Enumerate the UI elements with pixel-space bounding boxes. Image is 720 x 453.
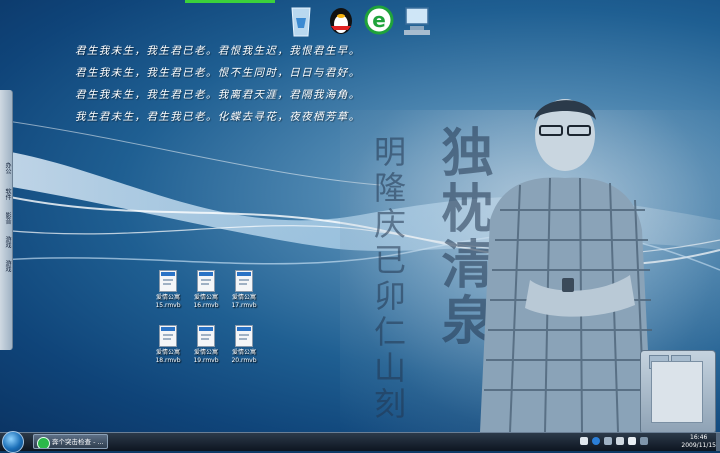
taskbar: 奔个突击检查 - ... 16:46 2009/11/15 — [0, 431, 720, 453]
rmvb-file-icon — [235, 270, 253, 292]
poem-line: 君生我未生，我生君已老。我离君天涯，君隔我海角。 — [75, 89, 361, 101]
keyboard-icon[interactable] — [580, 437, 588, 445]
rmvb-file-icon — [235, 325, 253, 347]
tray-app-icon[interactable] — [604, 437, 612, 445]
sidebar-item-games-2[interactable]: 游戏 — [1, 260, 12, 272]
launcher-sidebar[interactable]: 办公 软件 影音 游戏 游戏 — [0, 90, 13, 350]
ie-browser-icon[interactable]: e — [362, 2, 396, 38]
clock-date: 2009/11/15 — [681, 442, 716, 449]
system-tray: 16:46 2009/11/15 — [570, 433, 720, 451]
file-label: 爱情公寓 17.rmvb — [231, 294, 257, 309]
top-shortcut-bar: e — [180, 0, 440, 40]
desktop-file-17[interactable]: 爱情公寓 17.rmvb — [222, 270, 266, 322]
sidebar-item-games[interactable]: 游戏 — [1, 236, 12, 248]
clock-time: 16:46 — [690, 434, 708, 441]
volume-icon[interactable] — [628, 437, 636, 445]
poem-line: 我生君未生，君生我已老。化蝶去寻花，夜夜栖芳草。 — [75, 111, 361, 123]
person-photo — [480, 99, 652, 432]
desktop-file-20[interactable]: 爱情公寓 20.rmvb — [222, 325, 266, 377]
calligraphy-small: 明隆庆已卯仁山刻 — [369, 135, 407, 423]
network-icon[interactable] — [616, 437, 624, 445]
poem-line: 君生我未生，我生君已老。恨不生同时，日日与君好。 — [75, 67, 361, 79]
network-computer-icon[interactable] — [400, 2, 434, 38]
desktop: 独枕清泉 明隆庆已卯仁山刻 e 君生我未生，我生君已老。君恨我生迟，我恨君生早。… — [0, 0, 720, 432]
qq-penguin-icon[interactable] — [324, 2, 358, 38]
poem-text-block: 君生我未生，我生君已老。君恨我生迟，我恨君生早。 君生我未生，我生君已老。恨不生… — [75, 40, 375, 128]
desktop-gadget[interactable] — [640, 350, 716, 432]
sidebar-item-media[interactable]: 影音 — [1, 212, 12, 224]
taskbar-window-button[interactable]: 奔个突击检查 - ... — [33, 434, 108, 449]
tray-app-icon-2[interactable] — [640, 437, 648, 445]
rmvb-file-icon — [159, 325, 177, 347]
poem-line: 君生我未生，我生君已老。君恨我生迟，我恨君生早。 — [75, 45, 361, 57]
sidebar-item-software[interactable]: 软件 — [1, 188, 12, 200]
ie-browser-icon — [37, 437, 50, 448]
help-icon[interactable] — [592, 437, 600, 445]
show-desktop-button[interactable] — [716, 433, 720, 451]
svg-text:e: e — [372, 8, 386, 32]
file-label: 爱情公寓 20.rmvb — [231, 349, 257, 364]
rmvb-file-icon — [197, 270, 215, 292]
task-label: 奔个突击检查 - ... — [52, 438, 104, 446]
clock[interactable]: 16:46 2009/11/15 — [681, 434, 716, 450]
gadget-calendar-tile — [651, 361, 703, 423]
recycle-bin-icon[interactable] — [284, 2, 318, 38]
rmvb-file-icon — [159, 270, 177, 292]
rmvb-file-icon — [197, 325, 215, 347]
sidebar-item-office[interactable]: 办公 — [1, 162, 12, 174]
